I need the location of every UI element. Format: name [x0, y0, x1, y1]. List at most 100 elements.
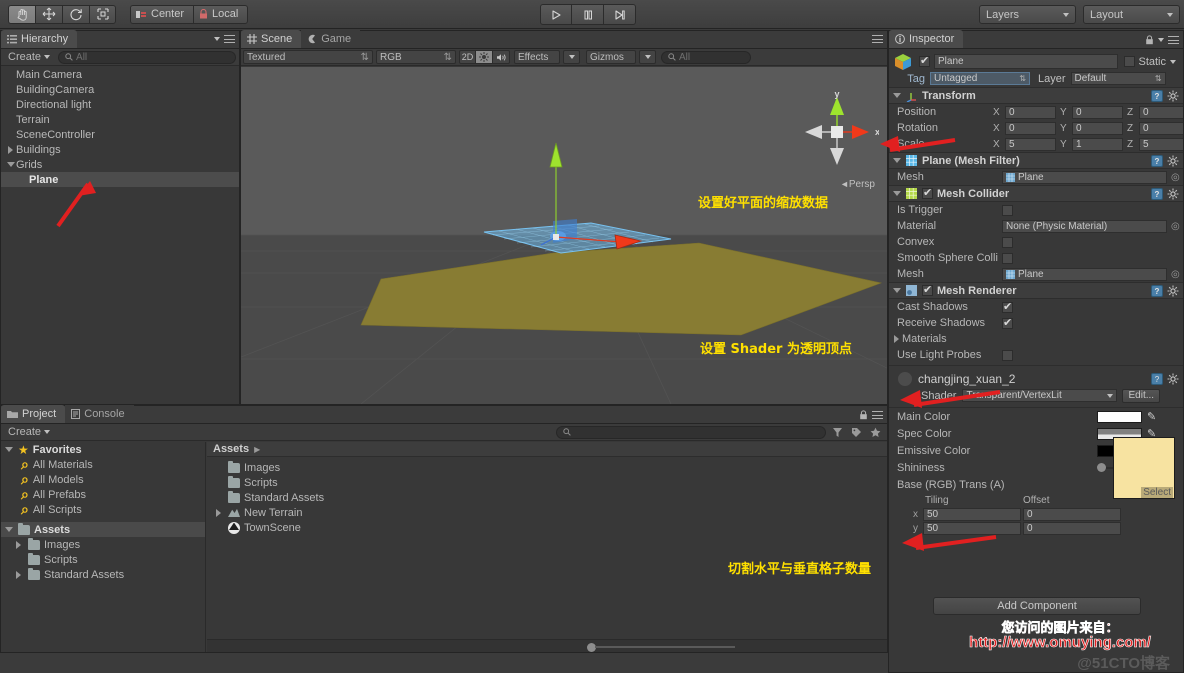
mesh-renderer-enabled-checkbox[interactable] — [922, 283, 933, 296]
tab-project[interactable]: Project — [1, 405, 66, 423]
scene-panel-menu[interactable] — [872, 35, 883, 43]
static-dropdown-icon[interactable] — [1170, 59, 1176, 64]
favorite-item-all-scripts[interactable]: ⌕ All Scripts — [1, 501, 205, 517]
pivot-mode-button[interactable]: Center — [130, 4, 194, 24]
project-tree-folder-images[interactable]: Images — [1, 537, 205, 552]
object-name-input[interactable]: Plane — [934, 54, 1119, 69]
layers-dropdown[interactable]: Layers — [979, 5, 1076, 24]
draw-mode-dropdown[interactable]: Textured ⇅ — [243, 50, 373, 64]
gear-icon[interactable] — [1167, 188, 1179, 200]
collapse-triangle-icon[interactable] — [893, 93, 901, 98]
tab-inspector[interactable]: Inspector — [889, 30, 964, 48]
transform-input-position-x[interactable]: 0 — [1005, 105, 1056, 119]
material-header[interactable]: changjing_xuan_2 ? — [889, 371, 1183, 387]
hierarchy-item-buildings[interactable]: Buildings — [1, 142, 239, 157]
transform-position-x[interactable]: X0 — [993, 105, 1056, 119]
expand-triangle-icon[interactable] — [16, 540, 21, 549]
step-button[interactable] — [604, 4, 636, 25]
hierarchy-item-buildingcamera[interactable]: BuildingCamera — [1, 82, 239, 97]
transform-input-rotation-z[interactable]: 0 — [1139, 121, 1183, 135]
filter-type-icon[interactable] — [832, 427, 843, 438]
expand-triangle-icon[interactable] — [8, 145, 13, 154]
color-mode-dropdown[interactable]: RGB ⇅ — [376, 50, 456, 64]
main-color-swatch[interactable] — [1097, 410, 1142, 423]
transform-position-z[interactable]: Z0 — [1127, 105, 1183, 119]
tab-console[interactable]: Console — [65, 405, 134, 423]
tree-toggle[interactable] — [13, 540, 24, 549]
hierarchy-item-scenecontroller[interactable]: SceneController — [1, 127, 239, 142]
texture-select-label[interactable]: Select — [1141, 487, 1173, 498]
transform-position-y[interactable]: Y0 — [1060, 105, 1123, 119]
mesh-collider-enabled-checkbox[interactable] — [922, 186, 933, 199]
transform-input-scale-y[interactable]: 1 — [1072, 137, 1123, 151]
expand-triangle-icon[interactable] — [16, 570, 21, 579]
expand-triangle-icon[interactable] — [894, 335, 899, 343]
project-search-input[interactable] — [556, 425, 826, 439]
object-picker-icon[interactable]: ◎ — [1171, 269, 1180, 280]
transform-input-rotation-x[interactable]: 0 — [1005, 121, 1056, 135]
favorite-item-all-prefabs[interactable]: ⌕ All Prefabs — [1, 486, 205, 502]
tree-toggle[interactable] — [13, 570, 24, 579]
tab-scene[interactable]: Scene — [241, 30, 302, 48]
tiling-y-input[interactable]: 50 — [923, 521, 1021, 535]
transform-input-scale-x[interactable]: 5 — [1005, 137, 1056, 151]
base-texture-preview[interactable]: Select — [1113, 437, 1175, 499]
hierarchy-collapse-toggle[interactable] — [5, 162, 16, 167]
transform-input-rotation-y[interactable]: 0 — [1072, 121, 1123, 135]
rotate-tool[interactable] — [62, 4, 89, 24]
hierarchy-panel-menu[interactable] — [214, 35, 235, 43]
tab-game[interactable]: Game — [301, 30, 361, 48]
asset-item-images[interactable]: Images — [207, 460, 887, 475]
materials-row[interactable]: Materials — [889, 331, 1183, 347]
transform-rotation-y[interactable]: Y0 — [1060, 121, 1123, 135]
help-icon[interactable]: ? — [1151, 89, 1163, 102]
object-picker-icon[interactable]: ◎ — [1171, 221, 1180, 232]
component-header-mesh-renderer[interactable]: Mesh Renderer ? — [889, 282, 1183, 299]
effects-dropdown[interactable]: Effects — [514, 50, 560, 64]
layer-dropdown[interactable]: Default ⇅ — [1070, 72, 1166, 85]
pivot-rotation-button[interactable]: Local — [193, 4, 249, 24]
tag-dropdown[interactable]: Untagged ⇅ — [930, 72, 1030, 85]
transform-scale-y[interactable]: Y1 — [1060, 137, 1123, 151]
gear-icon[interactable] — [1167, 90, 1179, 102]
component-header-mesh-filter[interactable]: Plane (Mesh Filter) ? — [889, 152, 1183, 169]
hierarchy-item-plane[interactable]: Plane — [1, 172, 239, 187]
tab-hierarchy[interactable]: Hierarchy — [1, 30, 78, 48]
asset-item-standard-assets[interactable]: Standard Assets — [207, 490, 887, 505]
hierarchy-item-terrain[interactable]: Terrain — [1, 112, 239, 127]
toggle-2d-button[interactable]: 2D — [459, 50, 476, 64]
project-hscrollbar[interactable] — [207, 639, 887, 652]
convex-checkbox[interactable] — [1002, 236, 1013, 248]
eyedropper-icon[interactable]: ✎ — [1147, 410, 1156, 423]
asset-item-scripts[interactable]: Scripts — [207, 475, 887, 490]
transform-input-position-z[interactable]: 0 — [1139, 105, 1183, 119]
shader-edit-button[interactable]: Edit... — [1122, 388, 1161, 403]
collider-material-field[interactable]: None (Physic Material) — [1002, 219, 1167, 233]
tiling-x-input[interactable]: 50 — [923, 507, 1021, 521]
transform-input-position-y[interactable]: 0 — [1072, 105, 1123, 119]
hierarchy-tree[interactable]: Main Camera BuildingCamera Directional lig… — [1, 67, 239, 404]
expand-triangle-icon[interactable] — [216, 508, 221, 517]
gizmos-dropdown[interactable]: Gizmos — [586, 50, 636, 64]
favorite-star-icon[interactable] — [870, 427, 881, 438]
component-header-transform[interactable]: Transform ? — [889, 87, 1183, 104]
help-icon[interactable]: ? — [1151, 187, 1163, 200]
toggle-audio-button[interactable] — [493, 50, 510, 64]
hierarchy-expand-toggle[interactable] — [5, 145, 16, 154]
asset-item-new-terrain[interactable]: New Terrain — [207, 505, 887, 520]
mesh-filter-mesh-field[interactable]: Plane — [1002, 170, 1167, 184]
help-icon[interactable]: ? — [1151, 373, 1163, 385]
project-breadcrumb[interactable]: Assets ▶ — [207, 442, 887, 457]
hierarchy-search-input[interactable]: All — [58, 50, 236, 64]
light-probes-checkbox[interactable] — [1002, 349, 1013, 361]
gear-icon[interactable] — [1167, 373, 1179, 385]
collider-mesh-field[interactable]: Plane — [1002, 267, 1167, 281]
gear-icon[interactable] — [1167, 155, 1179, 167]
assets-root[interactable]: Assets — [1, 522, 205, 537]
play-button[interactable] — [540, 4, 572, 25]
project-tree[interactable]: ★ Favorites ⌕ All Materials ⌕ All Models ⌕ Al… — [1, 442, 206, 652]
move-tool[interactable] — [35, 4, 62, 24]
add-component-button[interactable]: Add Component — [933, 597, 1141, 615]
filter-label-icon[interactable] — [851, 427, 862, 438]
help-icon[interactable]: ? — [1151, 284, 1163, 297]
